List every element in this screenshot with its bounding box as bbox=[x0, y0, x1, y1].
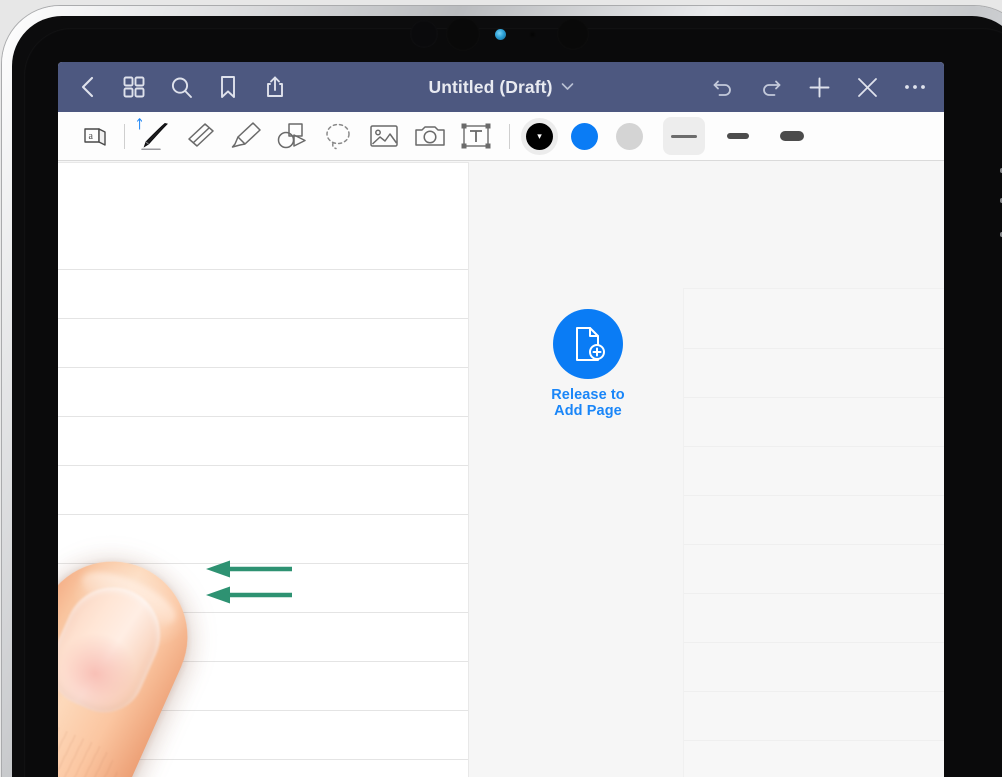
page-next-preview[interactable] bbox=[684, 289, 944, 777]
toolbar-divider-2 bbox=[509, 123, 510, 149]
dot-projector-icon bbox=[557, 18, 589, 50]
scissors-button[interactable] bbox=[854, 74, 880, 100]
color-swatch-blue[interactable] bbox=[571, 122, 598, 150]
status-led-indicator bbox=[495, 29, 506, 40]
note-canvas[interactable]: Release to Add Page bbox=[58, 161, 944, 777]
shapes-tool[interactable] bbox=[269, 114, 315, 158]
front-sensor-array bbox=[402, 17, 602, 51]
redo-button[interactable] bbox=[758, 74, 784, 100]
rule-line bbox=[58, 759, 468, 760]
bookmark-button[interactable] bbox=[215, 74, 241, 100]
rule-line bbox=[58, 416, 468, 417]
rule-line bbox=[684, 446, 944, 447]
rule-line bbox=[684, 348, 944, 349]
rule-line bbox=[58, 710, 468, 711]
rule-line bbox=[684, 593, 944, 594]
rule-line bbox=[58, 612, 468, 613]
stroke-width-group bbox=[663, 117, 813, 155]
add-page-drop-target[interactable]: Release to Add Page bbox=[528, 309, 648, 419]
rule-line bbox=[58, 318, 468, 319]
rule-line bbox=[58, 367, 468, 368]
search-button[interactable] bbox=[168, 74, 194, 100]
rule-line bbox=[684, 397, 944, 398]
add-page-label-line1: Release to bbox=[551, 387, 625, 403]
drawing-toolbar: a ᛏ ▾ bbox=[58, 112, 944, 161]
back-button[interactable] bbox=[74, 74, 100, 100]
rule-line bbox=[684, 642, 944, 643]
document-title[interactable]: Untitled (Draft) bbox=[428, 77, 552, 98]
toolbar-divider bbox=[124, 123, 125, 149]
rule-line bbox=[684, 691, 944, 692]
read-only-mode-tool[interactable]: a bbox=[72, 114, 118, 158]
stroke-width-medium[interactable] bbox=[717, 117, 759, 155]
page-current[interactable] bbox=[58, 163, 468, 777]
swipe-left-arrow-icon bbox=[206, 560, 292, 578]
color-swatch-gray[interactable] bbox=[616, 122, 643, 150]
add-page-label: Release to Add Page bbox=[528, 387, 648, 419]
pages-grid-button[interactable] bbox=[121, 74, 147, 100]
rule-line bbox=[684, 740, 944, 741]
ambient-light-sensor-icon bbox=[529, 31, 536, 38]
depth-sensor-icon bbox=[446, 17, 480, 51]
rule-line bbox=[684, 495, 944, 496]
bluetooth-icon: ᛏ bbox=[136, 117, 144, 131]
camera-tool[interactable] bbox=[407, 114, 453, 158]
stroke-preview-thin bbox=[671, 134, 697, 138]
image-tool[interactable] bbox=[361, 114, 407, 158]
navbar-left-actions bbox=[74, 74, 288, 100]
tablet-screen: Untitled (Draft) a ᛏ ▾ Release to Add Pa… bbox=[58, 62, 944, 777]
chevron-down-icon: ▾ bbox=[537, 130, 542, 141]
add-page-button[interactable] bbox=[553, 309, 623, 379]
rule-line bbox=[684, 544, 944, 545]
swipe-left-arrow-icon bbox=[206, 586, 292, 604]
rule-line bbox=[58, 661, 468, 662]
stroke-width-thick[interactable] bbox=[771, 117, 813, 155]
text-box-tool[interactable] bbox=[453, 114, 499, 158]
highlighter-tool[interactable] bbox=[223, 114, 269, 158]
pen-tool[interactable]: ᛏ bbox=[131, 114, 177, 158]
lasso-tool[interactable] bbox=[315, 114, 361, 158]
rule-line bbox=[58, 269, 468, 270]
document-plus-icon bbox=[576, 327, 605, 361]
app-navigation-bar: Untitled (Draft) bbox=[58, 62, 944, 112]
stroke-width-thin[interactable] bbox=[663, 117, 705, 155]
front-camera-icon bbox=[410, 20, 438, 48]
chevron-down-icon[interactable] bbox=[561, 78, 574, 96]
more-options-button[interactable] bbox=[902, 74, 928, 100]
undo-button[interactable] bbox=[710, 74, 736, 100]
screenshot-root: Untitled (Draft) a ᛏ ▾ Release to Add Pa… bbox=[0, 0, 1002, 777]
rule-line bbox=[58, 514, 468, 515]
stroke-preview-thick bbox=[780, 131, 804, 141]
add-page-label-line2: Add Page bbox=[554, 402, 622, 419]
navbar-right-actions bbox=[710, 74, 928, 100]
share-button[interactable] bbox=[262, 74, 288, 100]
color-swatch-black[interactable]: ▾ bbox=[526, 122, 553, 150]
stroke-preview-medium bbox=[727, 133, 749, 139]
eraser-tool[interactable] bbox=[177, 114, 223, 158]
color-swatch-group: ▾ bbox=[526, 122, 643, 150]
add-button[interactable] bbox=[806, 74, 832, 100]
svg-text:a: a bbox=[88, 131, 93, 142]
rule-line bbox=[58, 465, 468, 466]
